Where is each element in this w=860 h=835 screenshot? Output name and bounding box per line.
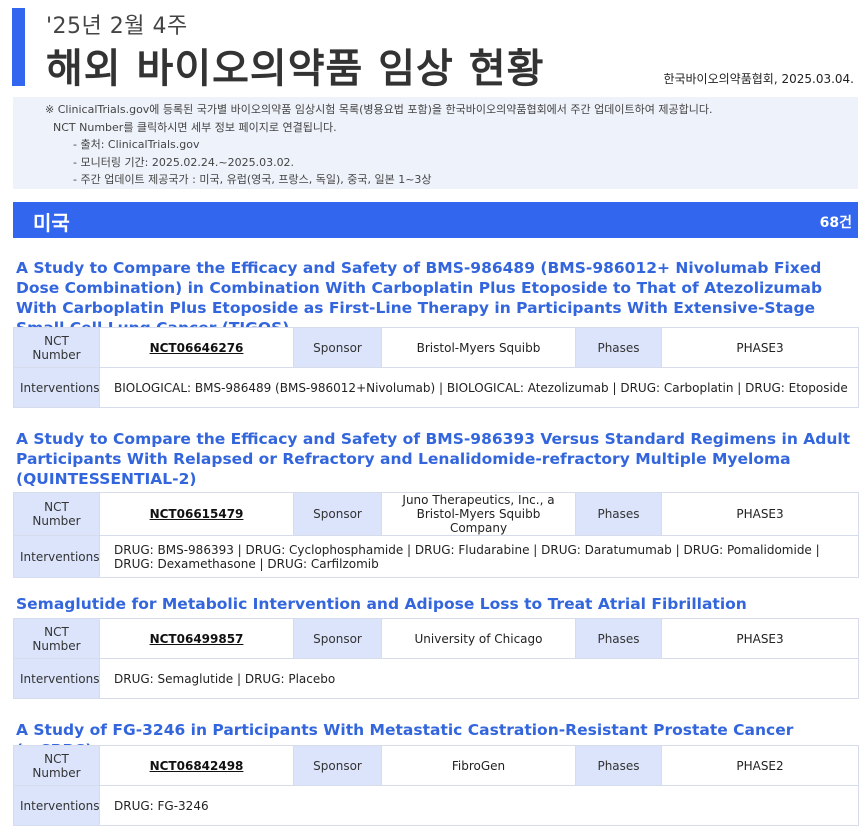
notice-box: ※ ClinicalTrials.gov에 등록된 국가별 바이오의약품 임상시… [13,97,858,189]
interventions-value: DRUG: Semaglutide | DRUG: Placebo [99,658,859,699]
nct-number-link[interactable]: NCT06842498 [99,745,294,786]
phases-label: Phases [575,327,662,368]
notice-source: - 출처: ClinicalTrials.gov [73,138,200,151]
trial-title: Semaglutide for Metabolic Intervention a… [16,595,747,613]
phase-value: PHASE2 [661,745,859,786]
sponsor-value: Bristol-Myers Squibb [381,327,576,368]
phases-label: Phases [575,492,662,536]
sponsor-label: Sponsor [293,327,382,368]
sponsor-label: Sponsor [293,745,382,786]
report-header: '25년 2월 4주 해외 바이오의약품 임상 현황 한국바이오의약품협회, 2… [12,6,860,92]
section-header-usa: 미국 68건 [13,202,858,238]
nct-number-link[interactable]: NCT06615479 [99,492,294,536]
nct-number-link[interactable]: NCT06499857 [99,618,294,659]
interventions-label: Interventions [13,658,100,699]
nct-number-link[interactable]: NCT06646276 [99,327,294,368]
trial-title: A Study to Compare the Efficacy and Safe… [16,430,851,488]
sponsor-value: FibroGen [381,745,576,786]
interventions-label: Interventions [13,367,100,408]
trial-table: NCT Number NCT06646276 Sponsor Bristol-M… [13,327,859,408]
phase-value: PHASE3 [661,327,859,368]
notice-period: - 모니터링 기간: 2025.02.24.~2025.03.02. [73,155,295,169]
publisher-date: 한국바이오의약품협회, 2025.03.04. [663,72,854,86]
phases-label: Phases [575,618,662,659]
header-accent-bar [12,8,25,86]
trial-title: A Study to Compare the Efficacy and Safe… [16,259,823,337]
nct-label: NCT Number [13,745,100,786]
notice-line: NCT Number를 클릭하시면 세부 정보 페이지로 연결됩니다. [53,120,337,134]
interventions-label: Interventions [13,785,100,826]
phases-label: Phases [575,745,662,786]
section-count: 68건 [819,215,852,231]
nct-label: NCT Number [13,327,100,368]
page-title: 해외 바이오의약품 임상 현황 [46,46,545,92]
section-name: 미국 [33,211,70,235]
interventions-value: DRUG: FG-3246 [99,785,859,826]
nct-label: NCT Number [13,492,100,536]
sponsor-value: Juno Therapeutics, Inc., a Bristol-Myers… [381,492,576,536]
sponsor-label: Sponsor [293,618,382,659]
trial-table: NCT Number NCT06615479 Sponsor Juno Ther… [13,492,859,578]
sponsor-label: Sponsor [293,492,382,536]
notice-line: ※ ClinicalTrials.gov에 등록된 국가별 바이오의약품 임상시… [45,103,713,116]
trial-table: NCT Number NCT06842498 Sponsor FibroGen … [13,745,859,826]
interventions-value: BIOLOGICAL: BMS-986489 (BMS-986012+Nivol… [99,367,859,408]
phase-value: PHASE3 [661,492,859,536]
trial-table: NCT Number NCT06499857 Sponsor Universit… [13,618,859,699]
phase-value: PHASE3 [661,618,859,659]
nct-label: NCT Number [13,618,100,659]
interventions-label: Interventions [13,535,100,578]
interventions-value: DRUG: BMS-986393 | DRUG: Cyclophosphamid… [99,535,859,578]
sponsor-value: University of Chicago [381,618,576,659]
notice-countries: - 주간 업데이트 제공국가 : 미국, 유럽(영국, 프랑스, 독일), 중국… [73,173,432,186]
